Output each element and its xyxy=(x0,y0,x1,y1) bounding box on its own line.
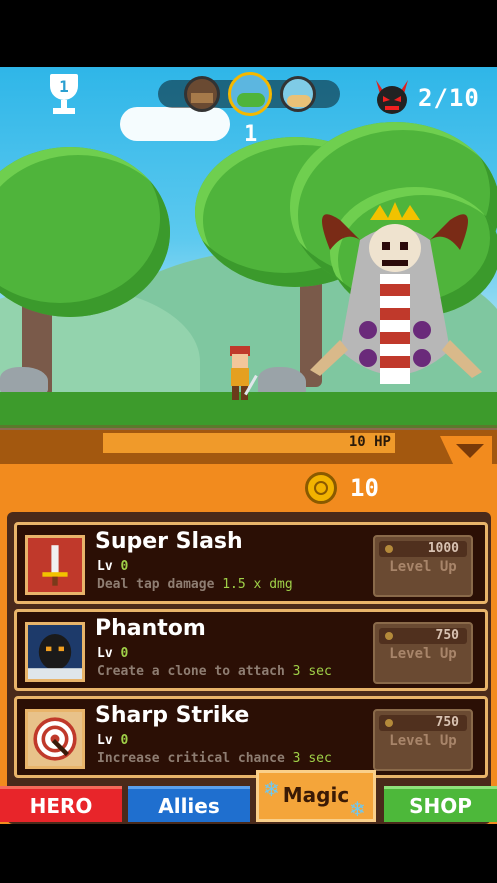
coin-emblem xyxy=(314,481,328,495)
cost-coin-icon xyxy=(385,632,393,640)
level-up-label: Level Up xyxy=(389,733,457,749)
level-up-label: Level Up xyxy=(389,646,457,662)
boss-skeleton-king xyxy=(310,202,482,384)
bottom-letterbox xyxy=(0,824,497,883)
skill-card-super-slash: Super Slash Lv 0 Deal tap damage 1.5 x d… xyxy=(14,522,488,604)
tab-shop[interactable]: SHOP xyxy=(384,786,497,822)
stage-dot-previous[interactable] xyxy=(184,76,220,112)
level-up-cost: 750 xyxy=(379,628,467,644)
skill-level: Lv 0 xyxy=(97,733,128,748)
skill-description: Increase critical chance 3 sec xyxy=(97,751,332,766)
rock xyxy=(0,367,48,395)
level-value: 0 xyxy=(120,646,129,661)
boss-kill-counter: 2/10 xyxy=(418,84,480,112)
stage-thumb xyxy=(237,93,265,107)
skill-name: Phantom xyxy=(95,616,206,641)
skill-level: Lv 0 xyxy=(97,559,128,574)
sword-icon xyxy=(25,535,85,595)
tab-magic-label: Magic xyxy=(282,783,350,807)
stage-dot-next[interactable] xyxy=(280,76,316,112)
cost-coin-icon xyxy=(385,719,393,727)
tab-allies[interactable]: Allies xyxy=(128,786,250,822)
skill-card-phantom: Phantom Lv 0 Create a clone to attach 3 … xyxy=(14,609,488,691)
trophy-icon[interactable]: 1 xyxy=(44,74,84,116)
stage-number: 1 xyxy=(244,122,258,147)
trophy-base xyxy=(53,108,75,114)
level-value: 0 xyxy=(120,559,129,574)
description-text: Create a clone to attach xyxy=(97,664,285,679)
collapse-panel-arrow-icon[interactable] xyxy=(440,436,492,466)
skill-card-sharp-strike: Sharp Strike Lv 0 Increase critical chan… xyxy=(14,696,488,778)
level-up-button[interactable]: 750 Level Up xyxy=(373,709,473,771)
cost-coin-icon xyxy=(385,545,393,553)
trophy-count: 1 xyxy=(59,77,69,96)
cost-value: 750 xyxy=(435,715,459,730)
level-up-cost: 750 xyxy=(379,715,467,731)
level-value: 0 xyxy=(120,733,129,748)
gold-amount: 10 xyxy=(350,474,379,502)
description-text: Deal tap damage xyxy=(97,577,215,592)
tab-magic[interactable]: ❄ ❄ Magic xyxy=(256,770,376,822)
tab-hero[interactable]: HERO xyxy=(0,786,122,822)
cost-value: 750 xyxy=(435,628,459,643)
level-up-button[interactable]: 750 Level Up xyxy=(373,622,473,684)
level-label: Lv xyxy=(97,559,113,574)
description-value: 1.5 x dmg xyxy=(222,577,293,592)
skill-name: Sharp Strike xyxy=(95,703,250,728)
stage-dot-current[interactable] xyxy=(228,72,272,116)
level-label: Lv xyxy=(97,733,113,748)
hp-text: 10 HP xyxy=(348,434,391,450)
level-up-label: Level Up xyxy=(389,559,457,575)
shadow-clone-icon xyxy=(25,622,85,682)
skill-level: Lv 0 xyxy=(97,646,128,661)
cost-value: 1000 xyxy=(427,541,459,556)
description-text: Increase critical chance xyxy=(97,751,285,766)
skill-description: Create a clone to attach 3 sec xyxy=(97,664,332,679)
hero-character xyxy=(230,346,258,400)
level-label: Lv xyxy=(97,646,113,661)
cloud xyxy=(120,107,230,141)
stage-thumb xyxy=(287,95,311,107)
description-value: 3 sec xyxy=(292,664,332,679)
top-letterbox xyxy=(0,0,497,67)
level-up-cost: 1000 xyxy=(379,541,467,557)
trophy-stem xyxy=(61,100,67,108)
skill-name: Super Slash xyxy=(95,529,243,554)
target-icon xyxy=(25,709,85,769)
level-up-button[interactable]: 1000 Level Up xyxy=(373,535,473,597)
gold-coin-icon xyxy=(305,472,337,504)
description-value: 3 sec xyxy=(292,751,332,766)
snowflake-icon: ❄ xyxy=(263,777,280,801)
stage-thumb xyxy=(191,93,213,103)
boss-demon-icon xyxy=(376,80,408,114)
skill-description: Deal tap damage 1.5 x dmg xyxy=(97,577,293,592)
